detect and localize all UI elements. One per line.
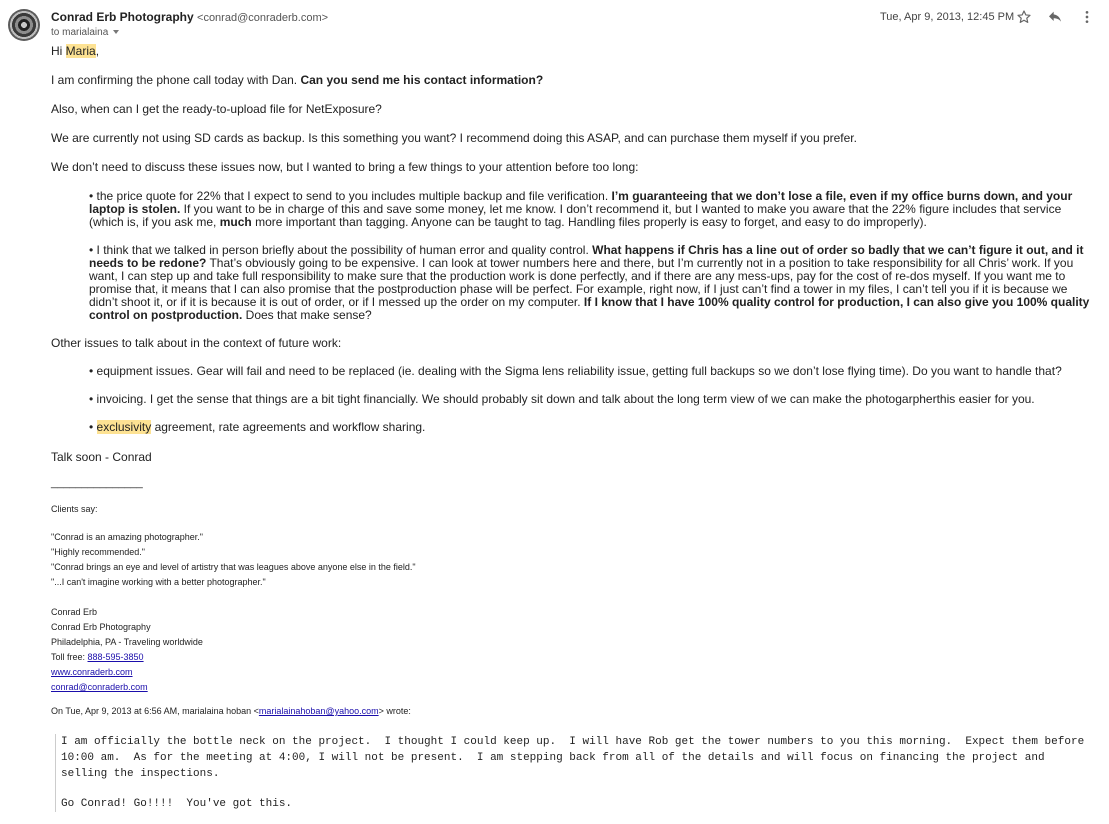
recipient-line[interactable]: to marialaina [51, 27, 120, 38]
paragraph-2: Also, when can I get the ready-to-upload… [51, 102, 382, 116]
reply-icon[interactable] [1046, 8, 1064, 26]
bullet-exclusivity: • exclusivity agreement, rate agreements… [89, 420, 426, 434]
signature-rule: _______________ [51, 477, 143, 489]
closing: Talk soon - Conrad [51, 450, 152, 464]
paragraph-1: I am confirming the phone call today wit… [51, 73, 544, 87]
client-quote: "Conrad brings an eye and level of artis… [51, 562, 416, 572]
client-quote: "...I can't imagine working with a bette… [51, 577, 266, 587]
signature-phone: Toll free: 888-595-3850 [51, 652, 144, 662]
quoted-text: I am officially the bottle neck on the p… [61, 736, 1091, 780]
signature-email: conrad@conraderb.com [51, 680, 1091, 695]
email-date: Tue, Apr 9, 2013, 12:45 PM [880, 11, 1015, 23]
sender-avatar[interactable] [8, 9, 40, 41]
quoted-message: I am officially the bottle neck on the p… [55, 734, 1091, 812]
recipient-label: to marialaina [51, 27, 109, 38]
sender-email: <conrad@conraderb.com> [197, 12, 329, 24]
chevron-down-icon[interactable] [113, 30, 120, 35]
more-vert-icon[interactable] [1078, 8, 1096, 26]
sender-name[interactable]: Conrad Erb Photography [51, 10, 194, 24]
website-link[interactable]: www.conraderb.com [51, 667, 133, 677]
signature: _______________ Clients say: "Conrad is … [51, 476, 1091, 695]
highlighted-word: exclusivity [96, 420, 152, 434]
greeting: Hi Maria, [51, 44, 100, 58]
bullet-quality-control: • I think that we talked in person brief… [89, 243, 1090, 322]
quoted-text-2: Go Conrad! Go!!!! You've got this. [61, 798, 293, 810]
highlighted-name: Maria [65, 44, 96, 58]
email-body: Hi Maria, I am confirming the phone call… [51, 44, 1091, 812]
signature-website: www.conraderb.com [51, 665, 1091, 680]
paragraph-3: We are currently not using SD cards as b… [51, 131, 857, 145]
signature-name: Conrad Erb [51, 607, 98, 617]
client-quote: "Highly recommended." [51, 547, 145, 557]
email-link[interactable]: conrad@conraderb.com [51, 682, 148, 692]
sender-line: Conrad Erb Photography <conrad@conraderb… [51, 10, 328, 24]
clients-say-label: Clients say: [51, 504, 98, 514]
quoted-email-link[interactable]: marialainahoban@yahoo.com [259, 706, 379, 716]
quoted-header: On Tue, Apr 9, 2013 at 6:56 AM, marialai… [51, 706, 411, 716]
bullet-price-quote: • the price quote for 22% that I expect … [89, 189, 1073, 229]
phone-link[interactable]: 888-595-3850 [88, 652, 144, 662]
bullet-equipment: • equipment issues. Gear will fail and n… [89, 364, 1062, 378]
client-quote: "Conrad is an amazing photographer." [51, 532, 203, 542]
paragraph-5: Other issues to talk about in the contex… [51, 336, 342, 350]
bullet-invoicing: • invoicing. I get the sense that things… [89, 392, 1035, 406]
paragraph-4: We don’t need to discuss these issues no… [51, 160, 639, 174]
star-icon[interactable] [1015, 8, 1033, 26]
signature-location: Philadelphia, PA - Traveling worldwide [51, 637, 203, 647]
signature-company: Conrad Erb Photography [51, 622, 151, 632]
